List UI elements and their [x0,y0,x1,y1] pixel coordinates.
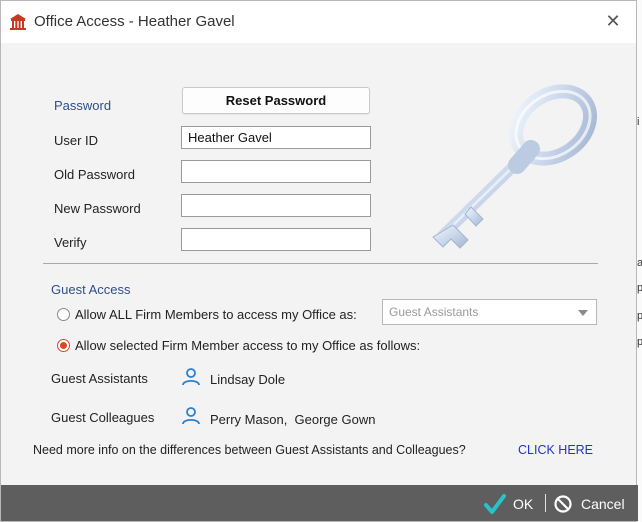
title-bar: Office Access - Heather Gavel ✕ [1,1,636,43]
prohibited-icon [554,495,572,513]
guest-role-dropdown[interactable]: Guest Assistants [382,299,597,325]
office-building-icon [10,14,26,30]
guest-colleagues-label: Guest Colleagues [51,410,155,425]
guest-assistants-label: Guest Assistants [51,371,148,386]
window-title: Office Access - Heather Gavel [34,13,235,30]
cancel-button[interactable]: Cancel [553,493,633,515]
allow-selected-radio[interactable] [57,339,70,352]
background-text-fragment: i [637,116,640,128]
click-here-link[interactable]: CLICK HERE [518,443,593,457]
checkmark-icon [484,494,506,514]
old-password-label: Old Password [54,167,135,182]
person-icon[interactable] [181,367,201,387]
allow-all-radio[interactable] [57,308,70,321]
background-text-fragment: p [637,310,642,322]
section-divider [43,263,598,264]
new-password-field[interactable] [181,194,371,217]
guest-assistants-value: Lindsay Dole [210,372,286,387]
key-illustration [432,84,598,249]
ok-label: OK [513,496,534,512]
verify-password-field[interactable] [181,228,371,251]
person-icon[interactable] [181,406,201,426]
password-section-label: Password [54,98,112,113]
allow-selected-label[interactable]: Allow selected Firm Member access to my … [75,338,420,353]
dialog-footer: OK Cancel [1,485,638,521]
dropdown-selected-value: Guest Assistants [389,305,479,319]
footer-separator [545,494,546,512]
cancel-label: Cancel [581,496,625,512]
close-icon[interactable]: ✕ [602,10,624,32]
old-password-field[interactable] [181,160,371,183]
background-text-fragment: p [637,336,642,348]
user-id-field[interactable] [181,126,371,149]
background-text-fragment: p [637,282,642,294]
allow-all-label[interactable]: Allow ALL Firm Members to access my Offi… [75,307,357,322]
user-id-label: User ID [54,133,99,148]
reset-password-button[interactable]: Reset Password [182,87,370,114]
background-text-fragment: a [637,257,642,269]
info-text: Need more info on the differences betwee… [33,443,466,457]
guest-colleagues-value: Perry Mason, George Gown [210,412,376,427]
guest-access-section-label: Guest Access [51,282,131,297]
new-password-label: New Password [54,201,141,216]
office-access-dialog: Office Access - Heather Gavel ✕ Password… [0,0,638,522]
chevron-down-icon [578,310,588,316]
verify-label: Verify [54,235,87,250]
